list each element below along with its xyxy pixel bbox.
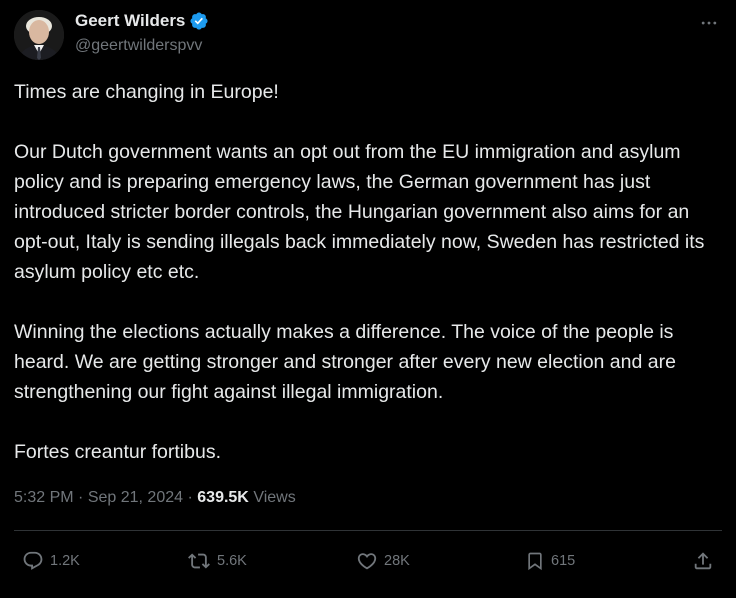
meta-separator: · (187, 489, 193, 506)
bookmark-count: 615 (551, 553, 576, 569)
meta-separator: · (78, 489, 84, 506)
bookmark-icon (528, 552, 542, 571)
reply-count: 1.2K (50, 553, 80, 569)
tweet-paragraph: Times are changing in Europe! (14, 81, 279, 103)
tweet-paragraph: Fortes creantur fortibus. (14, 441, 221, 463)
share-button[interactable] (692, 546, 714, 576)
more-dots-icon (701, 21, 717, 25)
share-icon (694, 552, 712, 570)
repost-count: 5.6K (217, 553, 247, 569)
author-handle[interactable]: @geertwilderspvv (75, 36, 202, 56)
views-count[interactable]: 639.5K (197, 489, 249, 506)
tweet-time[interactable]: 5:32 PM (14, 489, 74, 506)
heart-icon (357, 553, 377, 570)
action-bar: 1.2K 5.6K 28K 615 (0, 546, 736, 576)
author-name-row: Geert Wilders (75, 11, 209, 31)
bookmark-button[interactable]: 615 (525, 546, 575, 576)
avatar[interactable] (14, 10, 64, 60)
reply-button[interactable]: 1.2K (22, 546, 80, 576)
reply-icon (23, 551, 43, 570)
tweet-paragraph: Winning the elections actually makes a d… (14, 321, 676, 403)
tweet-text: Times are changing in Europe! Our Dutch … (14, 77, 726, 467)
tweet: Geert Wilders @geertwilderspvv Times are… (0, 0, 736, 598)
display-name[interactable]: Geert Wilders (75, 11, 185, 31)
verified-badge-icon (189, 11, 209, 31)
like-button[interactable]: 28K (356, 546, 410, 576)
tweet-metadata: 5:32 PM · Sep 21, 2024 · 639.5K Views (14, 488, 296, 508)
tweet-date[interactable]: Sep 21, 2024 (88, 489, 183, 506)
tweet-paragraph: Our Dutch government wants an opt out fr… (14, 141, 705, 283)
like-count: 28K (384, 553, 410, 569)
repost-icon (188, 553, 210, 569)
more-options-button[interactable] (698, 12, 720, 34)
views-label: Views (253, 489, 296, 506)
repost-button[interactable]: 5.6K (187, 546, 247, 576)
avatar-image (14, 10, 64, 60)
divider (14, 530, 722, 531)
